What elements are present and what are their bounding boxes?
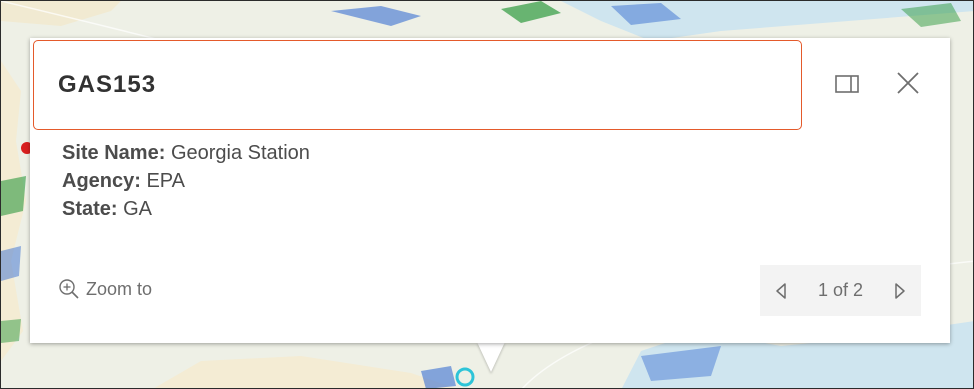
zoom-to-button[interactable]: Zoom to <box>58 278 152 300</box>
next-feature-button[interactable] <box>893 281 907 301</box>
pagination-label: 1 of 2 <box>817 280 864 300</box>
field-value: EPA <box>146 170 186 192</box>
zoom-to-label: Zoom to <box>86 278 153 299</box>
field-agency: Agency: EPA <box>62 167 310 195</box>
popup: GAS153 Site Name: Georgia Station Agency… <box>30 38 950 343</box>
close-button[interactable] <box>893 68 923 98</box>
dock-icon <box>835 75 859 93</box>
field-value: GA <box>123 198 153 220</box>
field-label: State: <box>62 198 124 220</box>
zoom-in-icon <box>59 279 79 299</box>
chevron-left-icon <box>776 282 786 299</box>
popup-pointer <box>477 342 505 372</box>
field-value: Georgia Station <box>170 142 310 164</box>
field-label: Agency: <box>62 170 147 192</box>
chevron-right-icon <box>895 282 905 299</box>
field-label: Site Name: <box>62 142 171 164</box>
field-site-name: Site Name: Georgia Station <box>62 139 310 167</box>
close-icon <box>897 72 919 94</box>
map-view[interactable]: GAS153 Site Name: Georgia Station Agency… <box>0 0 974 389</box>
pagination: 1 of 2 <box>760 265 921 316</box>
previous-feature-button[interactable] <box>774 281 788 301</box>
field-state: State: GA <box>62 195 310 223</box>
popup-title: GAS153 <box>58 71 157 98</box>
popup-header: GAS153 <box>33 40 802 130</box>
dock-button[interactable] <box>833 70 861 98</box>
popup-content: Site Name: Georgia Station Agency: EPA S… <box>62 139 310 223</box>
